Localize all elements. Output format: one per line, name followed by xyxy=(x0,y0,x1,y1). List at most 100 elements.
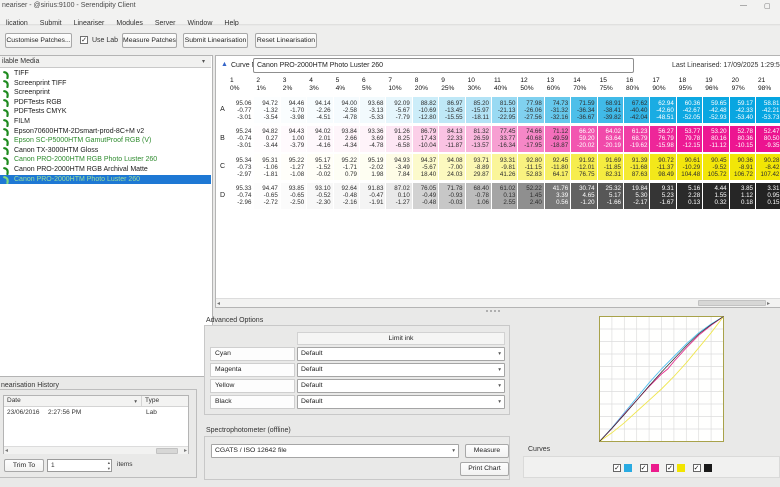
patch-cell[interactable]: 61.23 68.79 -19.62 xyxy=(624,125,650,152)
reset-linearisation-button[interactable]: Reset Linearisation xyxy=(255,33,317,48)
patch-cell[interactable]: 56.27 76.79 -15.98 xyxy=(650,125,676,152)
scroll-left-icon[interactable]: ◂ xyxy=(217,300,220,308)
patch-cell[interactable]: 3.85 1.12 0.18 xyxy=(729,182,755,209)
print-chart-button[interactable]: Print Chart xyxy=(460,462,509,476)
history-row-type[interactable]: Lab xyxy=(146,409,157,417)
patch-cell[interactable]: 53.77 79.78 -12.15 xyxy=(676,125,703,152)
media-list-item[interactable]: Screenprint xyxy=(0,88,211,98)
patch-cell[interactable]: 93.85 -0.65 -2.50 xyxy=(280,182,307,209)
patch-cell[interactable]: 90.28 -8.42 107.42 xyxy=(756,154,780,180)
patch-cell[interactable]: 52.78 80.36 -10.15 xyxy=(729,125,755,152)
splitter-handle[interactable] xyxy=(486,310,488,312)
available-media-header[interactable]: ilable Media ▾ xyxy=(0,56,211,68)
history-row-date[interactable]: 23/06/2016 xyxy=(7,409,40,417)
history-horizontal-scrollbar[interactable]: ◂ ▸ xyxy=(4,446,188,454)
trim-to-button[interactable]: Trim To xyxy=(4,459,44,472)
limit-ink-select-magenta[interactable]: Default ▾ xyxy=(297,363,505,377)
patch-cell[interactable]: 61.02 0.13 2.55 xyxy=(492,182,518,209)
patch-cell[interactable]: 64.02 63.64 -20.19 xyxy=(597,125,623,152)
patch-cell[interactable]: 90.36 -8.91 106.72 xyxy=(729,154,755,180)
patch-cell[interactable]: 95.31 -1.06 -1.81 xyxy=(254,154,280,180)
collapse-icon[interactable]: ▾ xyxy=(202,58,205,65)
patch-cell[interactable]: 41.76 3.39 0.56 xyxy=(544,182,571,209)
patch-cell[interactable]: 94.37 -5.67 18.40 xyxy=(412,154,439,180)
patch-cell[interactable]: 93.68 -3.13 -5.33 xyxy=(360,97,386,123)
trim-count-spinner[interactable]: 1 ▴ ▾ xyxy=(47,459,112,472)
patch-cell[interactable]: 95.33 -0.74 -2.96 xyxy=(228,182,254,209)
patch-cell[interactable]: 68.40 -0.78 1.06 xyxy=(465,182,491,209)
patch-cell[interactable]: 94.00 -2.58 -4.78 xyxy=(333,97,359,123)
spin-down-icon[interactable]: ▾ xyxy=(108,466,110,471)
curve-visibility-checkbox[interactable]: ✓ xyxy=(666,464,674,472)
curve-name-input[interactable] xyxy=(253,58,634,73)
patch-cell[interactable]: 84.13 22.33 -11.87 xyxy=(439,125,465,152)
spectrophotometer-select[interactable]: CGATS / ISO 12642 file ▾ xyxy=(211,444,459,458)
curve-visibility-checkbox[interactable]: ✓ xyxy=(692,464,701,472)
patch-cell[interactable]: 94.93 -3.49 7.84 xyxy=(386,154,412,180)
patch-cell[interactable]: 95.34 -0.73 -2.97 xyxy=(228,154,254,180)
scrollbar-thumb[interactable] xyxy=(698,300,766,306)
patch-cell[interactable]: 92.09 -5.67 -7.79 xyxy=(386,97,412,123)
history-date-column-header[interactable]: Date ▾ xyxy=(4,396,142,407)
patch-cell[interactable]: 77.45 33.77 -16.34 xyxy=(492,125,518,152)
curve-visibility-checkbox[interactable]: ✓ xyxy=(613,464,621,472)
sort-ascending-icon[interactable]: ▲ xyxy=(221,61,228,68)
patch-cell[interactable]: 85.20 -15.97 -18.11 xyxy=(465,97,491,123)
history-row-time[interactable]: 2:27:56 PM xyxy=(48,409,81,417)
patch-cell[interactable]: 62.94 -42.60 -48.51 xyxy=(650,97,676,123)
patch-cell[interactable]: 86.79 17.43 -10.04 xyxy=(412,125,439,152)
media-list-item[interactable]: Screenprint TIFF xyxy=(0,79,211,89)
media-list-item[interactable]: Canon PRO-2000HTM Photo Luster 260 xyxy=(0,174,211,185)
patch-cell[interactable]: 3.31 0.95 0.15 xyxy=(756,182,780,209)
patch-cell[interactable]: 95.22 -1.71 0.79 xyxy=(333,154,359,180)
media-list-item[interactable]: Canon PRO-2000HTM RGB Archival Matte xyxy=(0,165,211,175)
patch-cell[interactable]: 86.97 -13.45 -15.55 xyxy=(439,97,465,123)
patch-cell[interactable]: 95.17 -1.52 -0.02 xyxy=(307,154,333,180)
patch-cell[interactable]: 92.80 -11.15 52.83 xyxy=(518,154,544,180)
patch-cell[interactable]: 95.22 -1.27 -1.08 xyxy=(280,154,307,180)
patch-cell[interactable]: 52.22 1.45 2.40 xyxy=(518,182,544,209)
media-list-item[interactable]: FILM xyxy=(0,117,211,127)
patch-cell[interactable]: 91.69 -11.85 82.31 xyxy=(597,154,623,180)
patch-cell[interactable]: 94.43 1.00 -3.79 xyxy=(280,125,307,152)
minimize-icon[interactable]: — xyxy=(740,2,747,9)
maximize-icon[interactable]: ▢ xyxy=(764,2,771,10)
patch-cell[interactable]: 52.47 80.50 -9.35 xyxy=(756,125,780,152)
patch-cell[interactable]: 93.36 3.69 -4.78 xyxy=(360,125,386,152)
patch-cell[interactable]: 91.26 8.25 -6.58 xyxy=(386,125,412,152)
scroll-right-icon[interactable]: ▸ xyxy=(767,300,770,308)
patch-cell[interactable]: 81.32 26.59 -13.57 xyxy=(465,125,491,152)
measure-button[interactable]: Measure xyxy=(465,444,509,458)
patch-cell[interactable]: 94.46 -1.70 -3.98 xyxy=(280,97,307,123)
patch-cell[interactable]: 81.50 -21.13 -22.95 xyxy=(492,97,518,123)
patch-cell[interactable]: 71.12 49.59 -18.87 xyxy=(544,125,571,152)
patch-cell[interactable]: 92.45 -11.80 64.17 xyxy=(544,154,571,180)
spin-up-icon[interactable]: ▴ xyxy=(108,460,110,465)
limit-ink-select-yellow[interactable]: Default ▾ xyxy=(297,379,505,393)
scroll-right-icon[interactable]: ▸ xyxy=(184,447,187,455)
patch-cell[interactable]: 68.91 -38.41 -39.82 xyxy=(597,97,623,123)
media-list-item[interactable]: Canon TX-3000HTM Gloss xyxy=(0,146,211,156)
patch-cell[interactable]: 71.59 -36.34 -36.67 xyxy=(571,97,597,123)
patch-cell[interactable]: 59.17 -42.33 -53.40 xyxy=(729,97,755,123)
patch-cell[interactable]: 67.62 -40.40 -42.04 xyxy=(624,97,650,123)
patch-cell[interactable]: 66.20 59.20 -20.02 xyxy=(571,125,597,152)
patch-cell[interactable]: 77.98 -26.06 -27.56 xyxy=(518,97,544,123)
patch-cell[interactable]: 93.71 -8.89 29.87 xyxy=(465,154,491,180)
patch-cell[interactable]: 30.74 4.65 -1.20 xyxy=(571,182,597,209)
patch-cell[interactable]: 93.31 -9.81 41.26 xyxy=(492,154,518,180)
patch-cell[interactable]: 88.82 -10.69 -12.80 xyxy=(412,97,439,123)
patch-cell[interactable]: 91.39 -11.68 87.63 xyxy=(624,154,650,180)
patch-cell[interactable]: 94.47 -0.65 -2.72 xyxy=(254,182,280,209)
use-lab-checkbox[interactable]: ✓ xyxy=(80,36,88,44)
patch-cell[interactable]: 71.78 -0.93 -0.03 xyxy=(439,182,465,209)
patch-cell[interactable]: 74.73 -31.32 -32.16 xyxy=(544,97,571,123)
patch-cell[interactable]: 95.19 -2.02 1.98 xyxy=(360,154,386,180)
patch-cell[interactable]: 93.10 -0.52 -2.30 xyxy=(307,182,333,209)
patch-cell[interactable]: 95.06 -0.77 -3.01 xyxy=(228,97,254,123)
media-list-item[interactable]: TIFF xyxy=(0,69,211,79)
patch-cell[interactable]: 59.65 -42.48 -52.93 xyxy=(703,97,729,123)
media-list-item[interactable]: PDFTests RGB xyxy=(0,98,211,108)
media-list-item[interactable]: Epson SC-P5000HTM GamutProof RGB (V) xyxy=(0,136,211,146)
customise-patches-button[interactable]: Customise Patches... xyxy=(5,33,72,48)
